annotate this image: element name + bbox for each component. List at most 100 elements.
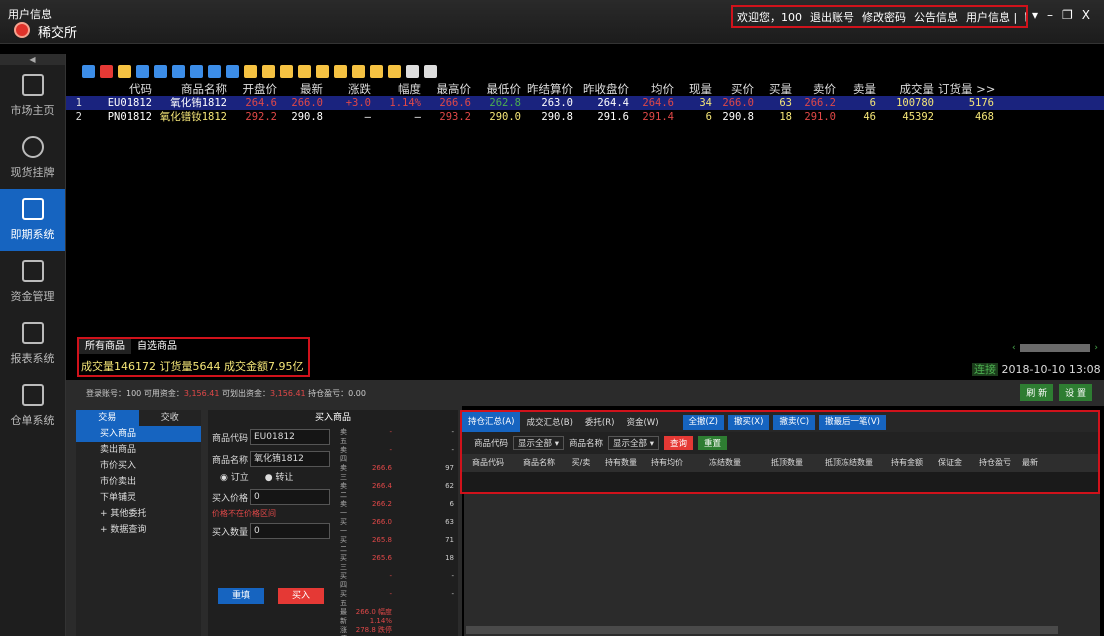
ji-icon[interactable] (208, 64, 221, 78)
trade-nav-item[interactable]: 下单铺灵 (76, 490, 201, 506)
positions-header-3[interactable]: 持有数量 (598, 454, 644, 472)
positions-header-2[interactable]: 买/卖 (564, 454, 598, 472)
quote-header-13[interactable]: 买量 (758, 82, 796, 96)
positions-header-7[interactable]: 抵顶冻结数量 (814, 454, 884, 472)
min3-icon[interactable] (262, 64, 275, 78)
positions-header-6[interactable]: 抵顶数量 (760, 454, 814, 472)
quote-header-11[interactable]: 现量 (678, 82, 716, 96)
min15-icon[interactable] (298, 64, 311, 78)
positions-action-0[interactable]: 全撤(Z) (682, 414, 724, 430)
user-info-link[interactable]: 用户信息 | (966, 9, 1017, 25)
quote-header-1[interactable]: 商品名称 (156, 82, 231, 96)
skin-icon[interactable] (1025, 11, 1026, 22)
trade-tab-1[interactable]: 交收 (139, 410, 202, 426)
positions-header-4[interactable]: 持有均价 (644, 454, 690, 472)
sidebar-collapse-button[interactable]: ◀ (0, 54, 65, 65)
quote-header-8[interactable]: 昨结算价 (525, 82, 577, 96)
tab-all-products[interactable]: 所有商品 (79, 339, 131, 354)
quote-header-7[interactable]: 最低价 (475, 82, 525, 96)
trade-nav-item[interactable]: 市价卖出 (76, 474, 201, 490)
positions-header-0[interactable]: 商品代码 (462, 454, 514, 472)
quote-header-2[interactable]: 开盘价 (231, 82, 281, 96)
positions-header-9[interactable]: 保证金 (930, 454, 970, 472)
filter-code-select[interactable]: 显示全部 ▾ (513, 436, 564, 450)
positions-header-11[interactable]: 最新 (1020, 454, 1040, 472)
sidebar-item-0[interactable]: 市场主页 (0, 65, 65, 127)
line-chart-icon[interactable] (100, 64, 113, 78)
week-icon[interactable] (370, 64, 383, 78)
horizontal-scrollbar[interactable]: ‹ › (1012, 342, 1098, 354)
sidebar-item-2[interactable]: 即期系统 (0, 189, 65, 251)
restore-icon[interactable]: ❐ (1062, 8, 1073, 22)
e-icon[interactable] (154, 64, 167, 78)
close-icon[interactable]: X (1082, 8, 1090, 22)
radio-transfer[interactable]: ● 转让 (265, 470, 294, 486)
notice-link[interactable]: 公告信息 (914, 9, 958, 25)
trade-nav-item[interactable]: + 数据查询 (76, 522, 201, 538)
min5-icon[interactable] (280, 64, 293, 78)
quote-row[interactable]: 2 PN01812 氧化镨钕1812 292.2 290.8 — — 293.2 290.0 29… (66, 110, 1104, 124)
quote-header-12[interactable]: 买价 (716, 82, 758, 96)
scroll-thumb[interactable] (1019, 344, 1091, 352)
filter-name-select[interactable]: 显示全部 ▾ (608, 436, 659, 450)
minimize-icon[interactable]: – (1047, 8, 1053, 22)
trade-nav-item[interactable]: 市价买入 (76, 458, 201, 474)
sidebar-item-4[interactable]: 报表系统 (0, 313, 65, 375)
radio-open[interactable]: ◉ 订立 (220, 470, 249, 486)
positions-action-3[interactable]: 撤最后一笔(V) (819, 414, 886, 430)
settings-button[interactable]: 设 置 (1059, 384, 1092, 401)
menu-dropdown-icon[interactable]: ▾ (1032, 8, 1038, 22)
month-icon[interactable] (388, 64, 401, 78)
positions-action-2[interactable]: 撤卖(C) (773, 414, 816, 430)
quote-header-9[interactable]: 昨收盘价 (577, 82, 633, 96)
quote-header-14[interactable]: 卖价 (796, 82, 840, 96)
name-select[interactable]: 氧化铕1812 (250, 451, 330, 467)
positions-header-8[interactable]: 持有金额 (884, 454, 930, 472)
quote-header-5[interactable]: 幅度 (375, 82, 425, 96)
query-button[interactable]: 查询 (664, 436, 694, 450)
reset-button[interactable]: 重填 (218, 588, 264, 604)
positions-header-5[interactable]: 冻结数量 (690, 454, 760, 472)
positions-action-1[interactable]: 撤买(X) (727, 414, 770, 430)
positions-tab-1[interactable]: 成交汇总(B) (520, 416, 578, 428)
sidebar-item-1[interactable]: 现货挂牌 (0, 127, 65, 189)
quote-row[interactable]: 1 EU01812 氧化铕1812 264.6 266.0 +3.0 1.14% 266.6 2… (66, 96, 1104, 110)
quote-header-3[interactable]: 最新 (281, 82, 327, 96)
positions-header-10[interactable]: 持仓盈亏 (970, 454, 1020, 472)
qty-input[interactable]: 0 (250, 523, 330, 539)
gear-icon[interactable] (424, 64, 437, 78)
bar-chart-icon[interactable] (82, 64, 95, 78)
change-password-link[interactable]: 修改密码 (862, 9, 906, 25)
price-input[interactable]: 0 (250, 489, 330, 505)
scroll-left-icon[interactable]: ‹ (1012, 343, 1016, 353)
min1-icon[interactable] (244, 64, 257, 78)
logout-link[interactable]: 退出账号 (810, 9, 854, 25)
reset-filter-button[interactable]: 重置 (698, 436, 728, 450)
positions-tab-2[interactable]: 委托(R) (579, 416, 621, 428)
trade-nav-item[interactable]: + 其他委托 (76, 506, 201, 522)
scroll-right-icon[interactable]: › (1094, 343, 1098, 353)
buy-button[interactable]: 买入 (278, 588, 324, 604)
yue-icon[interactable] (190, 64, 203, 78)
trade-nav-item[interactable]: 卖出商品 (76, 442, 201, 458)
grid-icon[interactable] (136, 64, 149, 78)
user-info-label[interactable]: 用户信息 (8, 6, 52, 22)
positions-tab-3[interactable]: 资金(W) (620, 416, 664, 428)
sidebar-item-3[interactable]: 资金管理 (0, 251, 65, 313)
tab-custom-products[interactable]: 自选商品 (131, 339, 183, 354)
day-icon[interactable] (352, 64, 365, 78)
quote-header-10[interactable]: 均价 (633, 82, 678, 96)
candlestick-icon[interactable] (118, 64, 131, 78)
quote-header-16[interactable]: 成交量 (880, 82, 938, 96)
nian-icon[interactable] (226, 64, 239, 78)
quote-header-15[interactable]: 卖量 (840, 82, 880, 96)
min60-icon[interactable] (334, 64, 347, 78)
trade-tab-0[interactable]: 交易 (76, 410, 139, 426)
quote-header-17[interactable]: 订货量 >> (938, 82, 998, 96)
quote-header-4[interactable]: 涨跌 (327, 82, 375, 96)
zhou-icon[interactable] (172, 64, 185, 78)
positions-scrollbar[interactable] (466, 626, 1058, 634)
code-select[interactable]: EU01812 (250, 429, 330, 445)
refresh-button[interactable]: 刷 新 (1020, 384, 1054, 401)
quote-header-0[interactable]: 代码 (86, 82, 156, 96)
